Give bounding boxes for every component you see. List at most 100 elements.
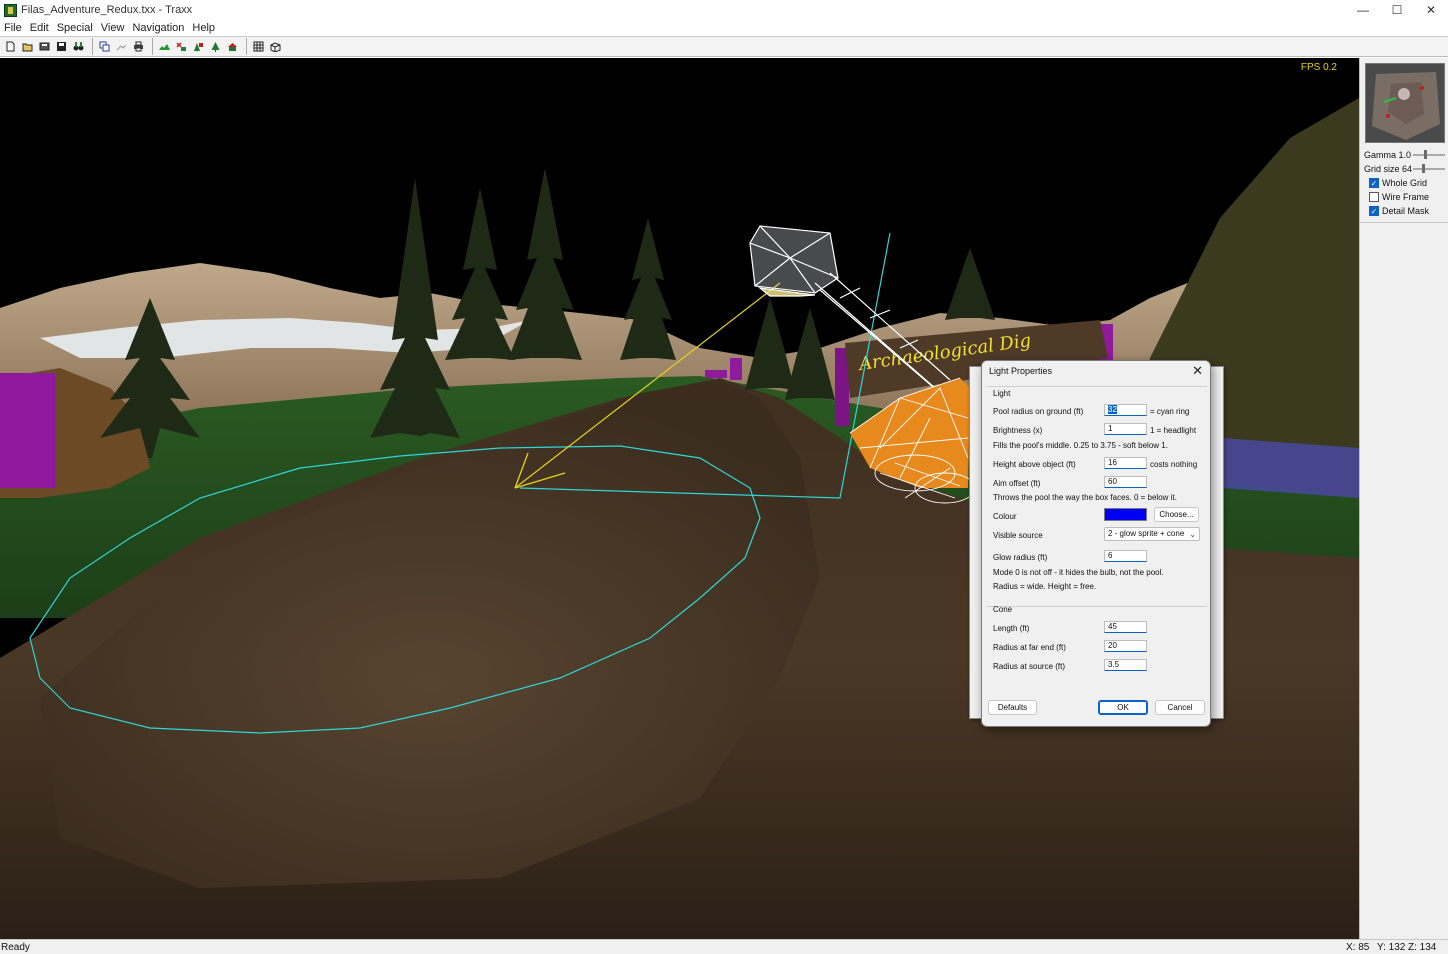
height-input[interactable]: 16	[1104, 457, 1147, 469]
aim-offset-input[interactable]: 60	[1104, 476, 1147, 488]
mode-help: Mode 0 is not off - it hides the bulb, n…	[993, 568, 1164, 577]
maximize-button[interactable]: ☐	[1380, 0, 1414, 20]
save-button[interactable]	[54, 39, 69, 54]
minimize-button[interactable]: —	[1346, 0, 1380, 20]
visible-source-label: Visible source	[993, 531, 1043, 540]
source-radius-input[interactable]: 3.5	[1104, 659, 1147, 671]
visible-source-select[interactable]: 2 - glow sprite + cone ⌄	[1104, 527, 1200, 541]
paste-button[interactable]	[114, 39, 129, 54]
toolbar-separator	[92, 38, 93, 55]
tree-button[interactable]	[208, 39, 223, 54]
source-radius-label: Radius at source (ft)	[993, 662, 1066, 671]
menu-edit[interactable]: Edit	[26, 22, 53, 34]
dialog-title: Light Properties	[989, 366, 1053, 376]
toolbar-separator	[152, 38, 153, 55]
find-button[interactable]	[71, 39, 86, 54]
fps-counter: FPS 0.2	[1300, 62, 1337, 73]
checkbox-box[interactable]: ✓	[1369, 178, 1379, 188]
print-icon	[134, 41, 143, 52]
gamma-slider[interactable]	[1413, 150, 1445, 159]
close-icon: ✕	[1192, 363, 1203, 378]
pool-radius-value: 32	[1108, 405, 1117, 414]
view-3d-button[interactable]	[268, 39, 283, 54]
new-file-button[interactable]	[3, 39, 18, 54]
close-button[interactable]: ✕	[1414, 0, 1448, 20]
ok-button[interactable]: OK	[1098, 700, 1148, 715]
status-x: X: 85	[1346, 942, 1370, 953]
length-label: Length (ft)	[993, 624, 1030, 633]
terrain-icon	[159, 44, 170, 50]
light-group-title: Light	[993, 389, 1011, 398]
cancel-button[interactable]: Cancel	[1155, 700, 1205, 715]
gamma-label: Gamma 1.0	[1364, 150, 1412, 160]
status-y: Y: 132	[1377, 942, 1406, 953]
menu-bar: File Edit Special View Navigation Help	[0, 20, 1448, 36]
view-3d-icon	[270, 42, 281, 52]
menu-view[interactable]: View	[97, 22, 129, 34]
pool-radius-note: = cyan ring	[1150, 407, 1190, 416]
toolbar	[0, 36, 1448, 57]
new-file-icon	[6, 41, 15, 52]
status-text: Ready	[1, 942, 30, 953]
choose-colour-button[interactable]: Choose...	[1154, 507, 1199, 522]
checkbox-box[interactable]: ✓	[1369, 206, 1379, 216]
far-radius-label: Radius at far end (ft)	[993, 643, 1066, 652]
toolbar-separator	[246, 38, 247, 55]
defaults-button[interactable]: Defaults	[988, 700, 1037, 715]
menu-special[interactable]: Special	[53, 22, 97, 34]
save-as-icon	[39, 42, 50, 51]
app-icon	[4, 3, 17, 17]
grid-icon	[253, 41, 264, 52]
status-bar: Ready X: 85 Y: 132 Z: 134	[0, 939, 1448, 954]
open-folder-icon	[22, 43, 33, 52]
grid-size-slider[interactable]	[1413, 164, 1445, 173]
title-bar: Filas_Adventure_Redux.txx - Traxx — ☐ ✕	[0, 0, 1448, 20]
print-button[interactable]	[131, 39, 146, 54]
wire-frame-checkbox[interactable]: Wire Frame	[1369, 192, 1429, 202]
glow-radius-input[interactable]: 6	[1104, 550, 1147, 562]
terrain-button[interactable]	[157, 39, 172, 54]
colour-label: Colour	[993, 512, 1017, 521]
tree-icon	[211, 42, 220, 52]
grid-size-label: Grid size 64	[1364, 164, 1413, 174]
pool-radius-input[interactable]: 32	[1104, 404, 1147, 416]
length-input[interactable]: 45	[1104, 621, 1147, 633]
height-label: Height above object (ft)	[993, 460, 1076, 469]
house-button[interactable]	[225, 39, 240, 54]
chevron-down-icon: ⌄	[1189, 530, 1196, 539]
grid-size-slider-thumb[interactable]	[1422, 164, 1425, 173]
open-button[interactable]	[20, 39, 35, 54]
brightness-label: Brightness (x)	[993, 426, 1043, 435]
wire-frame-label: Wire Frame	[1382, 192, 1429, 202]
window-title: Filas_Adventure_Redux.txx - Traxx	[21, 4, 193, 16]
menu-navigation[interactable]: Navigation	[128, 22, 188, 34]
copy-button[interactable]	[97, 39, 112, 54]
brightness-note: 1 = headlight	[1150, 426, 1197, 435]
minimap[interactable]	[1365, 63, 1445, 143]
binoculars-icon	[73, 42, 84, 51]
whole-grid-checkbox[interactable]: ✓ Whole Grid	[1369, 178, 1427, 188]
colour-swatch[interactable]	[1104, 508, 1147, 521]
menu-file[interactable]: File	[0, 22, 26, 34]
object-place-icon	[176, 42, 186, 51]
dialog-close-button[interactable]: ✕	[1192, 363, 1203, 379]
right-panel: Gamma 1.0 Grid size 64 ✓ Whole Grid Wire…	[1359, 58, 1448, 939]
aim-offset-label: Aim offset (ft)	[993, 479, 1041, 488]
save-as-button[interactable]	[37, 39, 52, 54]
gamma-slider-thumb[interactable]	[1423, 150, 1427, 159]
light-properties-dialog: Light Properties ✕ Light Pool radius on …	[981, 360, 1211, 727]
detail-mask-checkbox[interactable]: ✓ Detail Mask	[1369, 206, 1429, 216]
brightness-help: Fills the pool's middle. 0.25 to 3.75 - …	[993, 441, 1168, 450]
brightness-input[interactable]: 1	[1104, 423, 1147, 435]
cone-group-title: Cone	[993, 605, 1013, 614]
glow-radius-label: Glow radius (ft)	[993, 553, 1048, 562]
checkbox-box[interactable]	[1369, 192, 1379, 202]
house-icon	[228, 43, 237, 51]
grid-button[interactable]	[251, 39, 266, 54]
object-place-button[interactable]	[174, 39, 189, 54]
pool-radius-label: Pool radius on ground (ft)	[993, 407, 1084, 416]
tree-grid-button[interactable]	[191, 39, 206, 54]
far-radius-input[interactable]: 20	[1104, 640, 1147, 652]
menu-help[interactable]: Help	[188, 22, 219, 34]
status-z: Z: 134	[1408, 942, 1437, 953]
